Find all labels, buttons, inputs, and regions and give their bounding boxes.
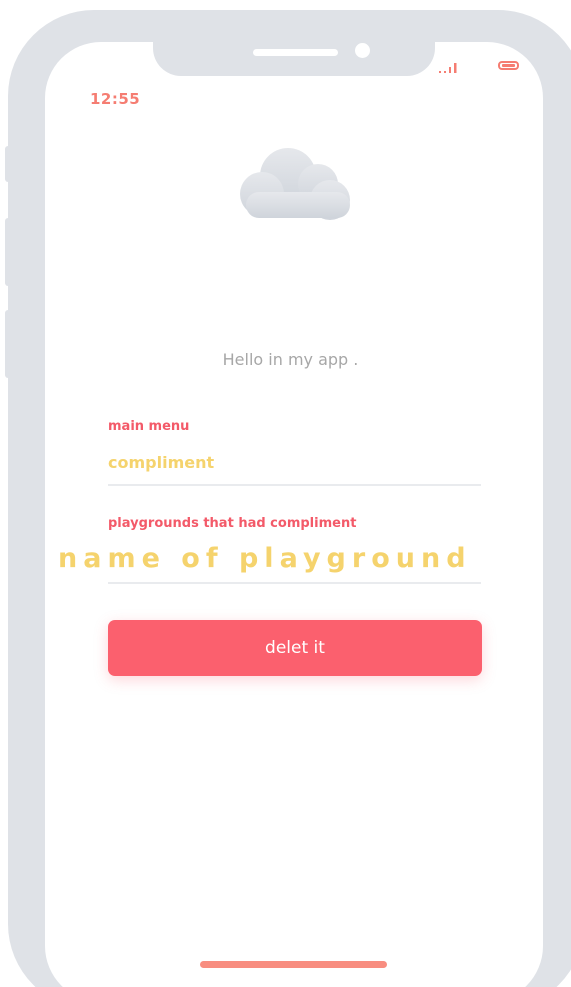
speaker-grille [253,49,338,56]
playgrounds-label: playgrounds that had compliment [108,516,357,531]
front-camera [355,43,370,58]
status-time: 12:55 [90,90,141,108]
main-menu-label: main menu [108,419,190,434]
battery-icon [498,61,519,70]
main-menu-underline [108,484,481,486]
phone-mockup: 12:55 Hello in my app . main menu compli… [0,0,571,987]
delete-button[interactable]: delet it [108,620,482,676]
main-menu-field[interactable]: compliment [108,453,214,472]
cloud-icon [240,148,350,220]
notch [153,38,435,76]
greeting-text: Hello in my app . [222,350,359,369]
playground-underline [108,582,481,584]
home-indicator[interactable] [200,961,387,968]
playground-name-field[interactable]: name of playground [58,543,472,574]
signal-bars-icon [439,63,457,73]
